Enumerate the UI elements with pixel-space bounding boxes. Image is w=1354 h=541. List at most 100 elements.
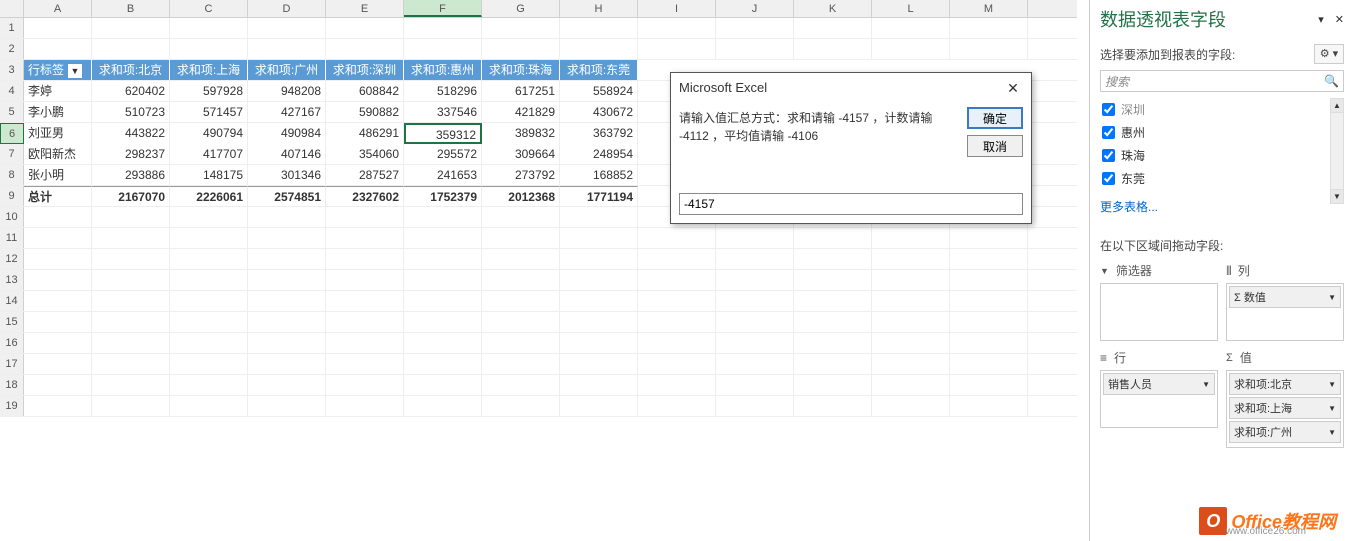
empty-cell[interactable] bbox=[326, 270, 404, 290]
empty-cell[interactable] bbox=[482, 291, 560, 311]
empty-cell[interactable] bbox=[638, 354, 716, 374]
columns-area[interactable]: 列 Σ 数值▼ bbox=[1226, 262, 1344, 341]
empty-cell[interactable] bbox=[872, 396, 950, 416]
empty-cell[interactable] bbox=[794, 354, 872, 374]
pivot-data-cell[interactable]: 558924 bbox=[560, 81, 638, 101]
pivot-data-cell[interactable]: 571457 bbox=[170, 102, 248, 122]
empty-cell[interactable] bbox=[248, 249, 326, 269]
empty-cell[interactable] bbox=[92, 18, 170, 38]
empty-cell[interactable] bbox=[326, 207, 404, 227]
filter-area[interactable]: 筛选器 bbox=[1100, 262, 1218, 341]
empty-cell[interactable] bbox=[872, 291, 950, 311]
dialog-titlebar[interactable]: Microsoft Excel ✕ bbox=[671, 73, 1031, 103]
scroll-down-arrow[interactable]: ▼ bbox=[1331, 189, 1343, 203]
empty-cell[interactable] bbox=[170, 396, 248, 416]
empty-cell[interactable] bbox=[404, 39, 482, 59]
pivot-data-cell[interactable]: 490984 bbox=[248, 123, 326, 144]
empty-cell[interactable] bbox=[716, 249, 794, 269]
empty-cell[interactable] bbox=[92, 228, 170, 248]
empty-cell[interactable] bbox=[716, 375, 794, 395]
empty-cell[interactable] bbox=[560, 333, 638, 353]
pivot-data-cell[interactable]: 597928 bbox=[170, 81, 248, 101]
empty-cell[interactable] bbox=[950, 228, 1028, 248]
pivot-data-cell[interactable]: 590882 bbox=[326, 102, 404, 122]
empty-cell[interactable] bbox=[950, 270, 1028, 290]
empty-cell[interactable] bbox=[872, 228, 950, 248]
pivot-data-cell[interactable]: 430672 bbox=[560, 102, 638, 122]
empty-cell[interactable] bbox=[170, 312, 248, 332]
empty-cell[interactable] bbox=[248, 354, 326, 374]
empty-cell[interactable] bbox=[950, 354, 1028, 374]
empty-cell[interactable] bbox=[794, 270, 872, 290]
field-checkbox-item[interactable]: 珠海 bbox=[1100, 144, 1332, 167]
empty-cell[interactable] bbox=[326, 333, 404, 353]
empty-cell[interactable] bbox=[92, 270, 170, 290]
empty-cell[interactable] bbox=[170, 375, 248, 395]
empty-cell[interactable] bbox=[638, 333, 716, 353]
pivot-data-cell[interactable]: 168852 bbox=[560, 165, 638, 185]
column-header-M[interactable]: M bbox=[950, 0, 1028, 17]
empty-cell[interactable] bbox=[92, 333, 170, 353]
empty-cell[interactable] bbox=[92, 312, 170, 332]
empty-cell[interactable] bbox=[404, 228, 482, 248]
column-header-E[interactable]: E bbox=[326, 0, 404, 17]
dropdown-icon[interactable]: ▼ bbox=[1328, 380, 1336, 389]
empty-cell[interactable] bbox=[560, 39, 638, 59]
area-field-item[interactable]: 销售人员▼ bbox=[1103, 373, 1215, 395]
row-header-1[interactable]: 1 bbox=[0, 18, 24, 38]
empty-cell[interactable] bbox=[248, 333, 326, 353]
row-header-9[interactable]: 9 bbox=[0, 186, 24, 206]
pivot-data-cell[interactable]: 510723 bbox=[92, 102, 170, 122]
empty-cell[interactable] bbox=[560, 396, 638, 416]
empty-cell[interactable] bbox=[638, 18, 716, 38]
ok-button[interactable]: 确定 bbox=[967, 107, 1023, 129]
empty-cell[interactable] bbox=[560, 18, 638, 38]
pivot-data-cell[interactable]: 301346 bbox=[248, 165, 326, 185]
row-header-19[interactable]: 19 bbox=[0, 396, 24, 416]
empty-cell[interactable] bbox=[404, 291, 482, 311]
empty-cell[interactable] bbox=[404, 333, 482, 353]
empty-cell[interactable] bbox=[560, 291, 638, 311]
empty-cell[interactable] bbox=[170, 291, 248, 311]
empty-cell[interactable] bbox=[326, 39, 404, 59]
pivot-data-cell[interactable]: 309664 bbox=[482, 144, 560, 164]
pivot-data-cell[interactable]: 417707 bbox=[170, 144, 248, 164]
empty-cell[interactable] bbox=[92, 375, 170, 395]
pivot-header-cell[interactable]: 求和项:深圳 bbox=[326, 60, 404, 80]
column-header-I[interactable]: I bbox=[638, 0, 716, 17]
empty-cell[interactable] bbox=[638, 249, 716, 269]
empty-cell[interactable] bbox=[482, 333, 560, 353]
empty-cell[interactable] bbox=[170, 39, 248, 59]
panel-dropdown-icon[interactable]: ▾ bbox=[1318, 14, 1324, 26]
empty-cell[interactable] bbox=[716, 396, 794, 416]
row-header-16[interactable]: 16 bbox=[0, 333, 24, 353]
empty-cell[interactable] bbox=[248, 291, 326, 311]
empty-cell[interactable] bbox=[404, 396, 482, 416]
field-checkbox[interactable] bbox=[1102, 149, 1115, 162]
row-header-11[interactable]: 11 bbox=[0, 228, 24, 248]
empty-cell[interactable] bbox=[794, 291, 872, 311]
empty-cell[interactable] bbox=[950, 333, 1028, 353]
empty-cell[interactable] bbox=[560, 375, 638, 395]
empty-cell[interactable] bbox=[638, 312, 716, 332]
empty-cell[interactable] bbox=[872, 333, 950, 353]
pivot-row-label[interactable]: 张小明 bbox=[24, 165, 92, 185]
row-header-7[interactable]: 7 bbox=[0, 144, 24, 164]
pivot-data-cell[interactable]: 389832 bbox=[482, 123, 560, 144]
empty-cell[interactable] bbox=[482, 39, 560, 59]
pivot-data-cell[interactable]: 427167 bbox=[248, 102, 326, 122]
empty-cell[interactable] bbox=[638, 396, 716, 416]
pivot-data-cell[interactable]: 293886 bbox=[92, 165, 170, 185]
empty-cell[interactable] bbox=[716, 312, 794, 332]
empty-cell[interactable] bbox=[170, 333, 248, 353]
empty-cell[interactable] bbox=[950, 375, 1028, 395]
empty-cell[interactable] bbox=[560, 354, 638, 374]
pivot-data-cell[interactable]: 443822 bbox=[92, 123, 170, 144]
empty-cell[interactable] bbox=[950, 396, 1028, 416]
empty-cell[interactable] bbox=[716, 18, 794, 38]
pivot-header-cell[interactable]: 求和项:珠海 bbox=[482, 60, 560, 80]
empty-cell[interactable] bbox=[482, 207, 560, 227]
empty-cell[interactable] bbox=[170, 354, 248, 374]
field-checkbox-item[interactable]: 深圳 bbox=[1100, 98, 1332, 121]
column-header-D[interactable]: D bbox=[248, 0, 326, 17]
